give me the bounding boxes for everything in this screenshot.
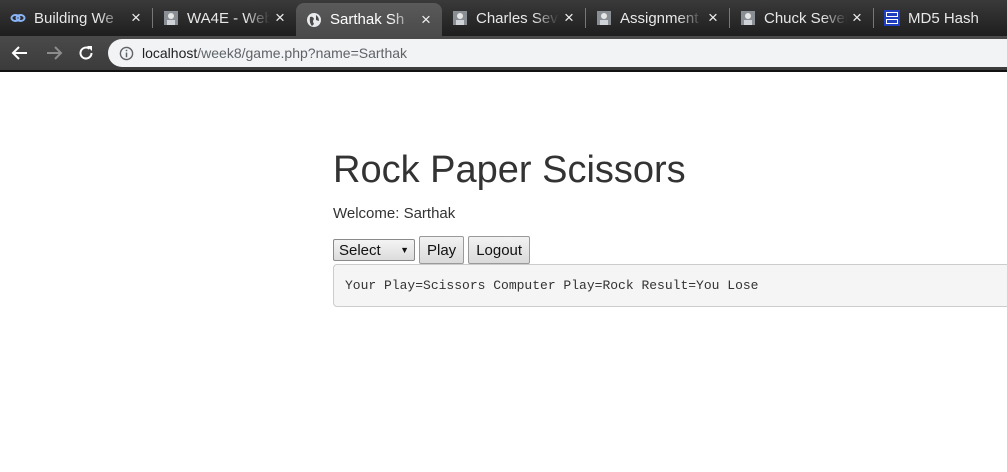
tab-title: Sarthak Sh xyxy=(330,11,405,28)
tab-title: WA4E - Web xyxy=(187,9,270,27)
tab-charles-severance[interactable]: Charles Sev × xyxy=(442,2,585,34)
toolbar: localhost/week8/game.php?name=Sarthak xyxy=(0,36,1007,70)
tab-building-web[interactable]: Building We × xyxy=(0,2,152,34)
dropdown-arrow-icon: ▼ xyxy=(400,245,409,255)
logout-button[interactable]: Logout xyxy=(468,236,531,264)
result-output: Your Play=Scissors Computer Play=Rock Re… xyxy=(333,264,1007,307)
url-text: localhost/week8/game.php?name=Sarthak xyxy=(142,45,407,61)
globe-icon xyxy=(306,12,322,28)
close-icon[interactable]: × xyxy=(270,8,290,28)
arrow-left-icon xyxy=(11,46,27,60)
tab-title: Chuck Sever xyxy=(764,9,847,27)
avatar-icon xyxy=(163,10,179,26)
tab-title: Building We xyxy=(34,9,114,27)
game-form: Select ▼ Play Logout xyxy=(333,236,534,264)
tab-md5-hash[interactable]: MD5 Hash xyxy=(874,2,1007,34)
tab-chuck-severance[interactable]: Chuck Sever × xyxy=(730,2,873,34)
info-icon[interactable] xyxy=(118,45,134,61)
close-icon[interactable]: × xyxy=(416,10,436,30)
page-title: Rock Paper Scissors xyxy=(333,149,686,191)
dcode-icon xyxy=(884,10,900,26)
tab-assignment[interactable]: Assignment × xyxy=(586,2,729,34)
tab-strip: Building We × WA4E - Web × Sarthak Sh × … xyxy=(0,0,1007,36)
play-button[interactable]: Play xyxy=(419,236,465,264)
address-bar[interactable]: localhost/week8/game.php?name=Sarthak xyxy=(108,39,1007,67)
tab-sarthak-active[interactable]: Sarthak Sh × xyxy=(296,3,442,36)
avatar-icon xyxy=(596,10,612,26)
reload-button[interactable] xyxy=(74,41,98,65)
url-path: /week8/game.php?name=Sarthak xyxy=(197,45,408,61)
forward-button[interactable] xyxy=(42,41,66,65)
tab-title: Assignment xyxy=(620,9,699,27)
close-icon[interactable]: × xyxy=(703,8,723,28)
close-icon[interactable]: × xyxy=(559,8,579,28)
back-button[interactable] xyxy=(8,41,32,65)
tab-title: MD5 Hash xyxy=(908,9,979,27)
select-value: Select xyxy=(339,241,381,259)
arrow-right-icon xyxy=(47,46,63,60)
toolbar-border xyxy=(0,70,1007,72)
avatar-icon xyxy=(740,10,756,26)
tab-wa4e[interactable]: WA4E - Web × xyxy=(153,2,296,34)
reload-icon xyxy=(79,46,93,60)
link-icon xyxy=(10,10,26,26)
welcome-message: Welcome: Sarthak xyxy=(333,205,456,222)
close-icon[interactable]: × xyxy=(126,8,146,28)
tab-title: Charles Sev xyxy=(476,9,558,27)
play-select[interactable]: Select ▼ xyxy=(333,239,415,261)
avatar-icon xyxy=(452,10,468,26)
url-host: localhost xyxy=(142,45,198,61)
close-icon[interactable]: × xyxy=(847,8,867,28)
